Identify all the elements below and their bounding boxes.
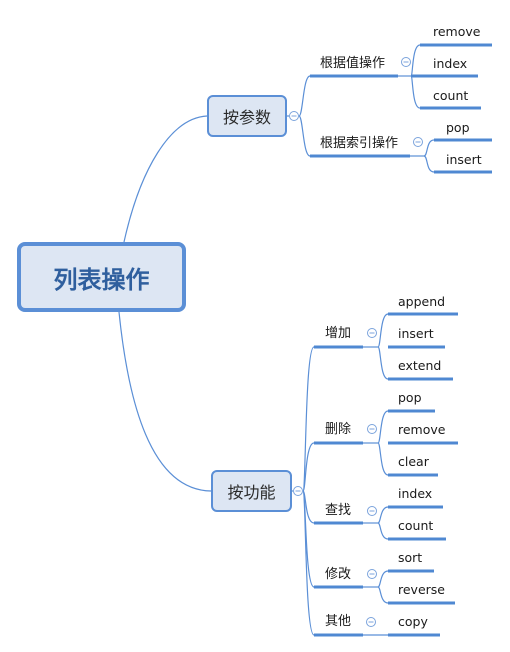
collapse-toggle-find[interactable] bbox=[367, 506, 377, 516]
connector-root-to-param bbox=[123, 115, 208, 243]
branch-node-by-function[interactable]: 按功能 bbox=[211, 470, 292, 512]
group-node-add[interactable]: 增加 bbox=[325, 326, 351, 342]
collapse-toggle-param[interactable] bbox=[289, 111, 299, 121]
group-node-other[interactable]: 其他 bbox=[325, 614, 351, 630]
group-node-delete[interactable]: 删除 bbox=[325, 422, 351, 438]
collapse-toggle-modify[interactable] bbox=[367, 569, 377, 579]
leaf-node[interactable]: append bbox=[398, 294, 445, 310]
group-node-by-index[interactable]: 根据索引操作 bbox=[320, 136, 398, 152]
connector-root-to-function bbox=[118, 311, 212, 492]
leaf-node[interactable]: count bbox=[433, 88, 468, 104]
collapse-toggle-add[interactable] bbox=[367, 328, 377, 338]
leaf-node[interactable]: index bbox=[433, 56, 467, 72]
leaf-node[interactable]: insert bbox=[446, 152, 482, 168]
leaf-node[interactable]: copy bbox=[398, 614, 428, 630]
leaf-node[interactable]: sort bbox=[398, 550, 422, 566]
group-node-by-value[interactable]: 根据值操作 bbox=[320, 56, 385, 72]
leaf-node[interactable]: pop bbox=[446, 120, 470, 136]
leaf-node[interactable]: remove bbox=[433, 24, 480, 40]
root-label: 列表操作 bbox=[53, 265, 150, 294]
collapse-toggle-by-index[interactable] bbox=[413, 137, 423, 147]
leaf-node[interactable]: insert bbox=[398, 326, 434, 342]
branch-label: 按功能 bbox=[227, 483, 276, 502]
collapse-toggle-function[interactable] bbox=[293, 486, 303, 496]
group-node-modify[interactable]: 修改 bbox=[325, 567, 351, 583]
leaf-node[interactable]: pop bbox=[398, 390, 422, 406]
branch-label: 按参数 bbox=[222, 108, 271, 127]
leaf-node[interactable]: reverse bbox=[398, 582, 445, 598]
root-node[interactable]: 列表操作 bbox=[17, 242, 186, 312]
branch-node-by-parameter[interactable]: 按参数 bbox=[207, 95, 287, 137]
collapse-toggle-other[interactable] bbox=[366, 617, 376, 627]
group-node-find[interactable]: 查找 bbox=[325, 503, 351, 519]
leaf-node[interactable]: remove bbox=[398, 422, 445, 438]
collapse-toggle-delete[interactable] bbox=[367, 424, 377, 434]
collapse-toggle-by-value[interactable] bbox=[401, 57, 411, 67]
leaf-node[interactable]: count bbox=[398, 518, 433, 534]
leaf-node[interactable]: extend bbox=[398, 358, 441, 374]
leaf-node[interactable]: index bbox=[398, 486, 432, 502]
leaf-node[interactable]: clear bbox=[398, 454, 429, 470]
